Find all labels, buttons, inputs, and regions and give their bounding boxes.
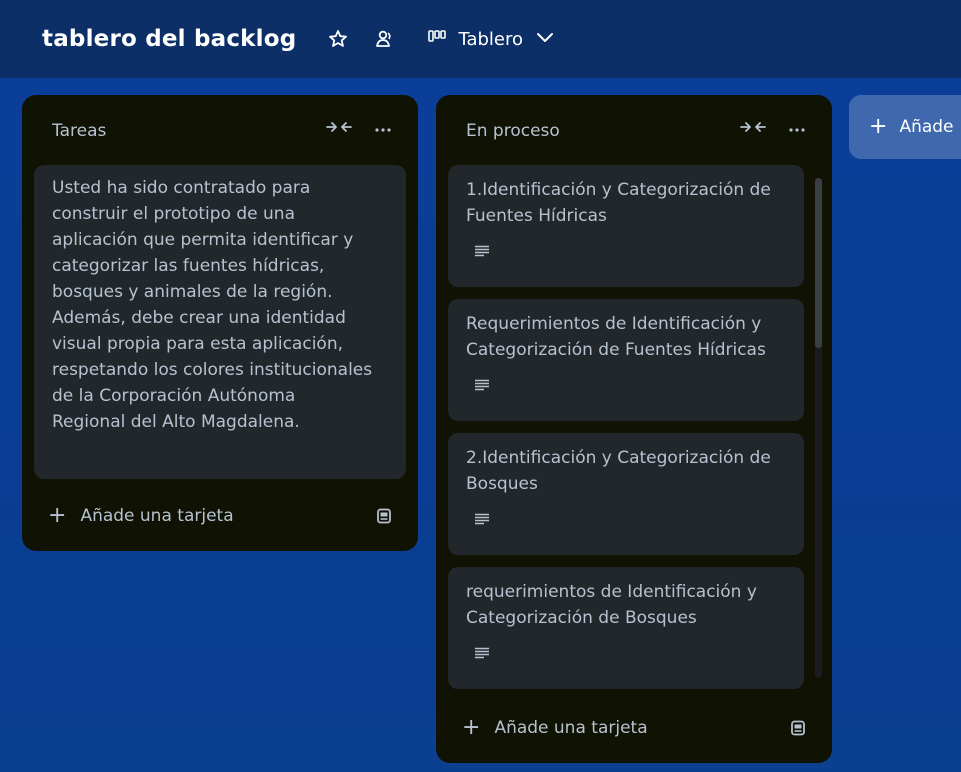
card[interactable]: 2.Identificación y Categorización de Bos… xyxy=(448,433,804,555)
list-en-proceso: En proceso 1.Identificación y Categoriza… xyxy=(436,95,832,763)
collapse-list-icon[interactable] xyxy=(326,119,352,137)
card-template-icon[interactable] xyxy=(376,508,392,528)
description-icon xyxy=(474,239,490,265)
add-card-button[interactable]: + Añade una tarjeta xyxy=(462,717,648,739)
card-title-line: 2.Identificación y Categorización de xyxy=(466,448,771,468)
card[interactable]: requerimientos de Identificación y Categ… xyxy=(448,567,804,689)
board-header: tablero del backlog Tablero xyxy=(0,0,961,78)
card-text-line: visual propia para esta aplicación, xyxy=(52,334,343,354)
add-card-label: Añade una tarjeta xyxy=(80,506,234,526)
card-text-line: bosques y animales de la región. xyxy=(52,282,333,302)
list-scrollbar[interactable] xyxy=(812,166,824,691)
card-title-line: requerimientos de Identificación y xyxy=(466,582,757,602)
board-title[interactable]: tablero del backlog xyxy=(42,26,296,52)
card-text-line: categorizar las fuentes hídricas, xyxy=(52,256,325,276)
card-text-line: respetando los colores institucionales xyxy=(52,360,373,380)
list-menu-icon[interactable] xyxy=(374,119,392,137)
list-tareas: Tareas Usted ha sido contratado para con… xyxy=(22,95,418,551)
add-card-button[interactable]: + Añade una tarjeta xyxy=(48,505,234,527)
list-menu-icon[interactable] xyxy=(788,119,806,137)
card-title-line: Categorización de Fuentes Hídricas xyxy=(466,340,766,360)
scrollbar-thumb[interactable] xyxy=(815,178,822,348)
star-icon[interactable] xyxy=(328,29,348,49)
card-title-line: Fuentes Hídricas xyxy=(466,206,607,226)
add-list-button[interactable]: + Añade xyxy=(849,95,961,159)
card-text-line: Además, debe crear una identidad xyxy=(52,308,346,328)
members-icon[interactable] xyxy=(374,29,394,49)
card-text-line: de la Corporación Autónoma xyxy=(52,386,296,406)
chevron-down-icon xyxy=(535,29,555,50)
card[interactable]: Requerimientos de Identificación y Categ… xyxy=(448,299,804,421)
plus-icon: + xyxy=(48,503,67,528)
add-card-label: Añade una tarjeta xyxy=(494,718,648,738)
board-view-label: Tablero xyxy=(458,28,524,50)
plus-icon: + xyxy=(869,114,888,139)
card-text-line: construir el prototipo de una xyxy=(52,204,295,224)
card-title-line: Categorización de Bosques xyxy=(466,608,697,628)
board-view-switcher[interactable]: Tablero xyxy=(428,29,555,50)
card[interactable]: 1.Identificación y Categorización de Fue… xyxy=(448,165,804,287)
card-text-line: Regional del Alto Magdalena. xyxy=(52,412,300,432)
collapse-list-icon[interactable] xyxy=(740,119,766,137)
card-text-line: aplicación que permita identificar y xyxy=(52,230,354,250)
card-title-line: Bosques xyxy=(466,474,538,494)
add-list-label: Añade xyxy=(899,117,954,137)
card-title-line: 1.Identificación y Categorización de xyxy=(466,180,771,200)
card-title-line: Requerimientos de Identificación y xyxy=(466,314,762,334)
card[interactable]: Usted ha sido contratado para construir … xyxy=(34,165,406,479)
description-icon xyxy=(474,507,490,533)
board-view-icon xyxy=(428,29,447,50)
list-title[interactable]: Tareas xyxy=(52,121,106,141)
plus-icon: + xyxy=(462,715,481,740)
card-template-icon[interactable] xyxy=(790,720,806,740)
description-icon xyxy=(474,373,490,399)
list-title[interactable]: En proceso xyxy=(466,121,560,141)
card-text-line: Usted ha sido contratado para xyxy=(52,178,311,198)
description-icon xyxy=(474,641,490,667)
